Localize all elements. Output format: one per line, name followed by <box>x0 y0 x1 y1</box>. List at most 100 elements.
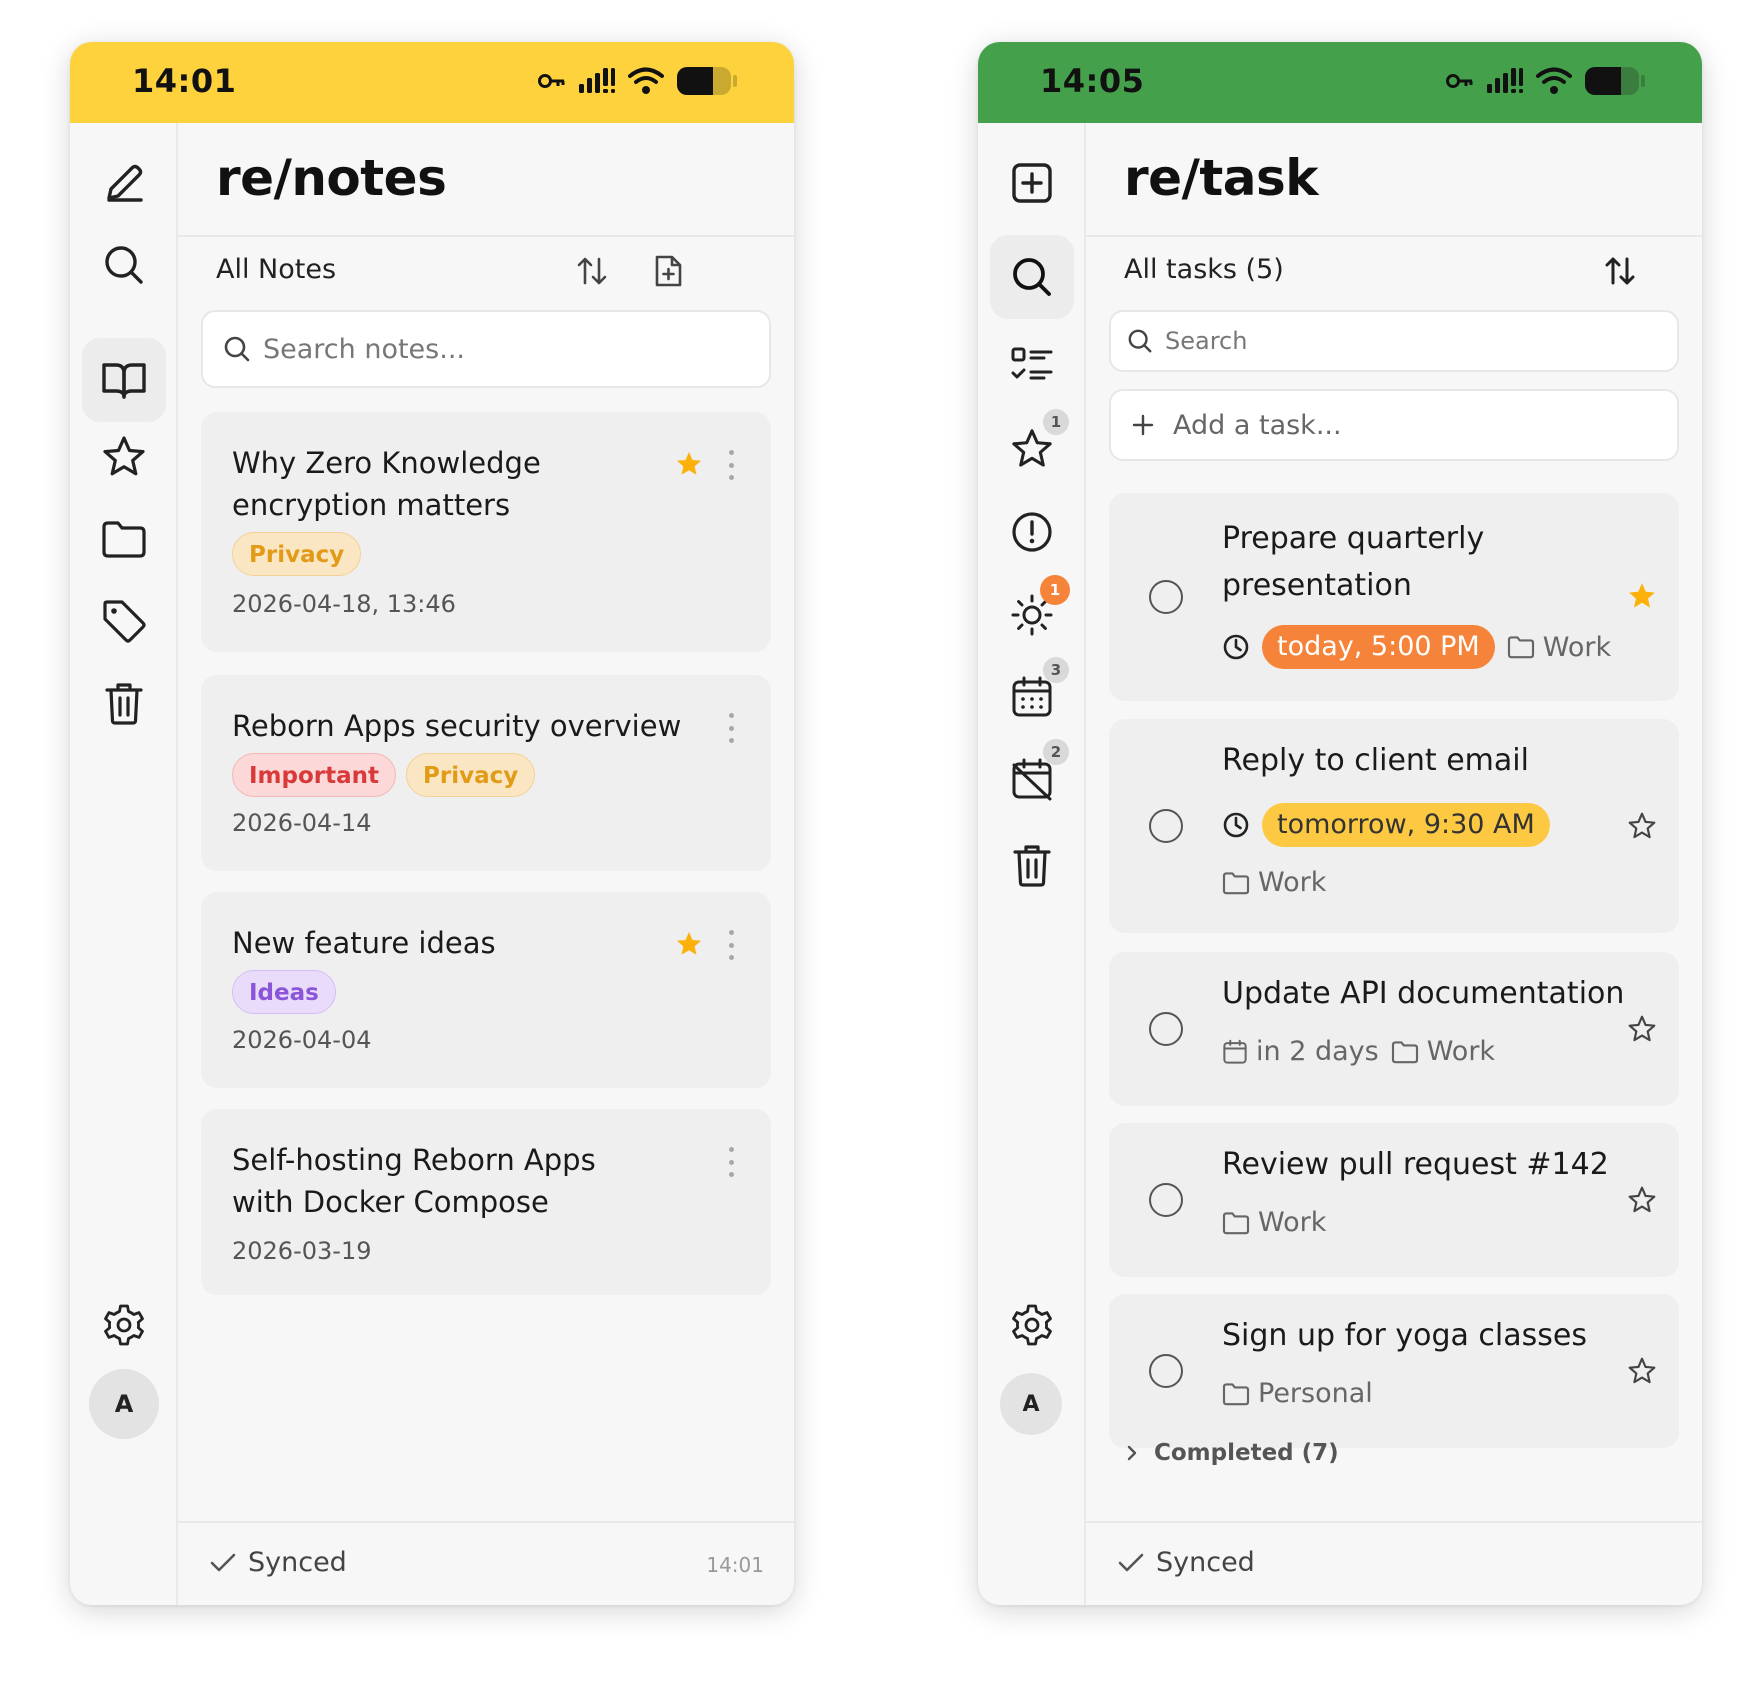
task-list-label: Work <box>1391 1036 1495 1067</box>
star-outline-icon[interactable] <box>1627 1014 1657 1044</box>
task-item[interactable]: Sign up for yoga classes Personal <box>1109 1294 1679 1448</box>
star-outline-icon[interactable] <box>1627 1356 1657 1386</box>
task-meta: in 2 days Work <box>1222 1036 1495 1067</box>
task-item[interactable]: Review pull request #142 Work <box>1109 1123 1679 1277</box>
note-tags: Privacy <box>232 532 362 576</box>
task-complete-checkbox[interactable] <box>1149 809 1183 843</box>
nav-trash[interactable] <box>990 823 1074 907</box>
star-filled-icon[interactable] <box>675 450 703 478</box>
task-complete-checkbox[interactable] <box>1149 1012 1183 1046</box>
calendar-off-icon <box>1012 758 1052 801</box>
tag-important[interactable]: Important <box>232 753 397 797</box>
plus-icon <box>1132 414 1154 436</box>
starred-count-badge: 1 <box>1043 409 1069 435</box>
due-text: in 2 days <box>1256 1036 1379 1067</box>
sync-label: Synced <box>248 1547 347 1578</box>
nav-today[interactable]: 1 <box>990 573 1074 657</box>
vpn-key-icon <box>538 74 565 88</box>
tag-icon <box>103 600 146 643</box>
avatar[interactable]: A <box>89 1369 159 1439</box>
upcoming-count-badge: 3 <box>1043 657 1069 683</box>
search-tasks-input[interactable]: Search <box>1109 310 1679 372</box>
completed-section-toggle[interactable]: Completed (7) <box>1124 1440 1339 1466</box>
due-date-badge[interactable]: today, 5:00 PM <box>1262 625 1495 669</box>
calendar-icon <box>1012 676 1052 717</box>
due-date-badge[interactable]: tomorrow, 9:30 AM <box>1262 803 1550 847</box>
nav-all-tasks[interactable] <box>990 323 1074 407</box>
sync-time: 14:01 <box>706 1553 764 1577</box>
note-date: 2026-04-04 <box>232 1026 372 1054</box>
note-title: Why Zero Knowledge encryption matters <box>232 446 541 522</box>
more-options-icon[interactable] <box>721 930 741 960</box>
task-item[interactable]: Prepare quarterly presentation today, 5:… <box>1109 493 1679 701</box>
due-date-label: in 2 days <box>1222 1036 1379 1067</box>
nav-starred[interactable] <box>82 415 166 499</box>
note-card[interactable]: New feature ideas Ideas 2026-04-04 <box>201 892 771 1088</box>
task-title: Reply to client email <box>1222 743 1529 778</box>
nav-search[interactable] <box>82 223 166 307</box>
task-item[interactable]: Update API documentation in 2 days Work <box>1109 952 1679 1106</box>
sync-status: Synced <box>210 1547 347 1578</box>
settings-button[interactable] <box>990 1283 1074 1367</box>
alert-circle-icon <box>1012 512 1052 552</box>
nav-starred[interactable]: 1 <box>990 407 1074 491</box>
new-note-file-button[interactable] <box>646 249 690 293</box>
note-card[interactable]: Reborn Apps security overview Important … <box>201 675 771 871</box>
tag-privacy[interactable]: Privacy <box>406 753 536 797</box>
signal-icon <box>1487 68 1523 93</box>
new-note-button[interactable] <box>82 141 166 225</box>
task-complete-checkbox[interactable] <box>1149 1354 1183 1388</box>
status-bar: 14:01 <box>70 42 794 123</box>
status-icons <box>538 66 738 96</box>
wifi-icon <box>628 67 664 94</box>
nav-rail: 1 1 3 2 A <box>978 123 1086 1605</box>
nav-tags[interactable] <box>82 579 166 663</box>
task-complete-checkbox[interactable] <box>1149 1183 1183 1217</box>
task-list-label: Work <box>1222 1207 1326 1238</box>
trash-icon <box>1013 845 1051 887</box>
sort-button[interactable] <box>1598 249 1642 293</box>
calendar-icon <box>1223 1039 1247 1064</box>
nav-overdue[interactable]: 2 <box>990 737 1074 821</box>
nav-trash[interactable] <box>82 661 166 745</box>
clock-icon <box>1223 634 1249 660</box>
more-options-icon[interactable] <box>721 713 741 743</box>
new-task-button[interactable] <box>990 141 1074 225</box>
note-card[interactable]: Self-hosting Reborn Apps with Docker Com… <box>201 1109 771 1295</box>
tag-ideas[interactable]: Ideas <box>232 970 336 1014</box>
sort-icon <box>577 257 607 285</box>
nav-all-notes[interactable] <box>82 338 166 422</box>
add-task-input[interactable]: Add a task... <box>1109 389 1679 461</box>
task-title: Sign up for yoga classes <box>1222 1318 1587 1353</box>
task-meta: Personal <box>1222 1378 1373 1409</box>
status-bar: 14:05 <box>978 42 1702 123</box>
star-outline-icon <box>103 436 145 476</box>
folder-icon <box>1507 636 1534 659</box>
nav-folders[interactable] <box>82 497 166 581</box>
more-options-icon[interactable] <box>721 1147 741 1177</box>
task-list-label: Personal <box>1222 1378 1373 1409</box>
task-item[interactable]: Reply to client email tomorrow, 9:30 AM … <box>1109 719 1679 933</box>
nav-upcoming[interactable]: 3 <box>990 655 1074 739</box>
nav-search[interactable] <box>990 235 1074 319</box>
app-brand-title: re/notes <box>216 149 447 207</box>
divider <box>1086 235 1702 237</box>
task-list-label: Work <box>1222 867 1326 898</box>
settings-button[interactable] <box>82 1283 166 1367</box>
search-notes-input[interactable]: Search notes... <box>201 310 771 388</box>
tasks-app-window: 14:05 1 1 3 2 A re/task All tasks (5) Se… <box>978 42 1702 1605</box>
star-filled-icon[interactable] <box>675 930 703 958</box>
task-complete-checkbox[interactable] <box>1149 580 1183 614</box>
task-title: Review pull request #142 <box>1222 1147 1609 1182</box>
tag-privacy[interactable]: Privacy <box>232 532 362 576</box>
more-options-icon[interactable] <box>721 450 741 480</box>
nav-important[interactable] <box>990 490 1074 574</box>
star-filled-icon[interactable] <box>1627 581 1657 611</box>
avatar[interactable]: A <box>1000 1373 1062 1435</box>
star-outline-icon[interactable] <box>1627 811 1657 841</box>
folder-icon <box>1222 871 1250 894</box>
sort-button[interactable] <box>570 249 614 293</box>
note-card[interactable]: Why Zero Knowledge encryption matters Pr… <box>201 412 771 652</box>
star-outline-icon[interactable] <box>1627 1185 1657 1215</box>
status-icons <box>1446 66 1646 96</box>
